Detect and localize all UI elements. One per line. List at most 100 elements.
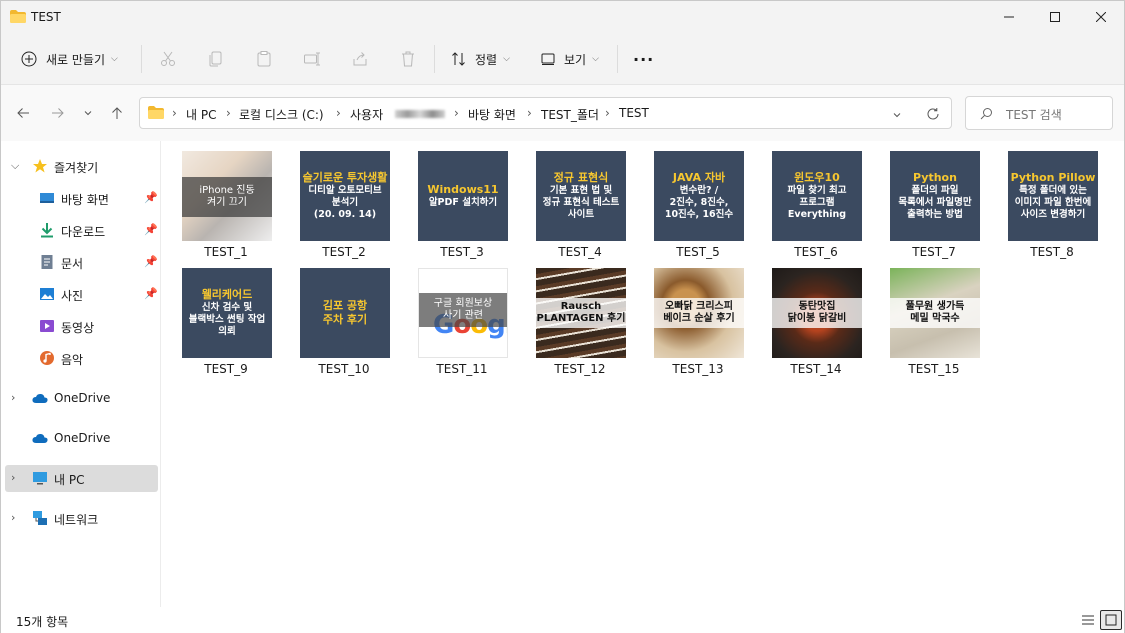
sort-button[interactable]: 정렬 ⌵: [451, 43, 510, 75]
view-icon: [541, 53, 555, 65]
paste-button[interactable]: [255, 43, 273, 75]
sidebar-item-music[interactable]: 음악: [5, 345, 158, 372]
copy-button[interactable]: [207, 43, 225, 75]
desktop-icon: [40, 193, 54, 203]
back-button[interactable]: [13, 103, 33, 123]
breadcrumb-test-folder[interactable]: TEST_폴더: [541, 106, 599, 123]
share-button[interactable]: [351, 43, 369, 75]
sidebar-item-pictures[interactable]: 사진 📌: [5, 281, 158, 308]
breadcrumb-this-pc[interactable]: 내 PC: [186, 106, 216, 123]
sidebar-item-this-pc[interactable]: › 내 PC: [5, 465, 158, 492]
file-item[interactable]: 김포 공항 주차 후기 TEST_10: [290, 258, 398, 376]
refresh-icon[interactable]: [926, 107, 940, 121]
file-item[interactable]: Python 폴더의 파일 목록에서 파일명만 출력하는 방법 TEST_7: [880, 141, 988, 259]
cut-button[interactable]: [159, 43, 177, 75]
file-item[interactable]: JAVA 자바 변수란? /2진수, 8진수, 10진수, 16진수 TEST_5: [644, 141, 752, 259]
breadcrumb-desktop[interactable]: 바탕 화면: [468, 106, 516, 123]
sidebar-item-videos[interactable]: 동영상: [5, 313, 158, 340]
chevron-right-icon[interactable]: ›: [11, 511, 15, 524]
breadcrumb-users[interactable]: 사용자: [350, 106, 383, 123]
file-thumbnail: iPhone 진동 켜기 끄기: [182, 151, 272, 241]
toolbar-divider: [434, 45, 435, 73]
large-icons-view-button[interactable]: [1100, 610, 1122, 630]
close-button[interactable]: [1078, 1, 1124, 33]
sidebar-item-downloads[interactable]: 다운로드 📌: [5, 217, 158, 244]
file-name: TEST_6: [794, 245, 838, 259]
thumbnail-caption: Rausch PLANTAGEN 후기: [536, 298, 626, 328]
file-item[interactable]: 윈도우10 파일 찾기 최고 프로그램 Everything TEST_6: [762, 141, 870, 259]
sidebar-item-desktop[interactable]: 바탕 화면 📌: [5, 185, 158, 212]
forward-button[interactable]: [48, 103, 68, 123]
sidebar-item-network[interactable]: › 네트워크: [5, 505, 158, 532]
file-thumbnail: Rausch PLANTAGEN 후기: [536, 268, 626, 358]
chevron-right-icon[interactable]: ›: [11, 471, 15, 484]
file-thumbnail: Python Pillow 특정 폴더에 있는 이미지 파일 한번에 사이즈 변경하…: [1008, 151, 1098, 241]
details-view-button[interactable]: [1077, 610, 1099, 630]
pin-icon: 📌: [144, 255, 158, 268]
file-item[interactable]: 풀무원 생가득 메밀 막국수 TEST_15: [880, 258, 988, 376]
file-item[interactable]: 웰리케어드 신차 검수 및 블랙박스 썬팅 작업 의뢰 TEST_9: [172, 258, 280, 376]
sidebar-item-quick-access[interactable]: ⌵ 즐겨찾기: [5, 153, 158, 180]
pin-icon: 📌: [144, 191, 158, 204]
chevron-down-icon[interactable]: [892, 110, 902, 120]
video-icon: [40, 320, 54, 332]
up-button[interactable]: [107, 103, 127, 123]
file-thumbnail: 웰리케어드 신차 검수 및 블랙박스 썬팅 작업 의뢰: [182, 268, 272, 358]
arrow-left-icon: [17, 108, 29, 118]
file-item[interactable]: 오빠닭 크리스피 베이크 순살 후기 TEST_13: [644, 258, 752, 376]
delete-button[interactable]: [399, 43, 417, 75]
details-view-icon: [1082, 615, 1094, 625]
file-item[interactable]: 동탄맛집 닭이봉 닭갈비 TEST_14: [762, 258, 870, 376]
sort-icon: [452, 52, 465, 66]
navigation-pane: ⌵ 즐겨찾기 바탕 화면 📌 다운로드 📌 문서 📌 사진 📌 동영상 음악 ›…: [1, 141, 161, 607]
music-icon: [40, 351, 54, 365]
file-thumbnail: 정규 표현식 기본 표현 법 및 정규 표현식 테스트 사이트: [536, 151, 626, 241]
chevron-right-icon[interactable]: ›: [11, 391, 15, 404]
more-options-button[interactable]: ···: [633, 43, 654, 75]
minimize-button[interactable]: [986, 1, 1032, 33]
file-name: TEST_14: [790, 362, 842, 376]
view-button[interactable]: 보기 ⌵: [541, 43, 599, 75]
item-count: 15개 항목: [16, 615, 69, 629]
blurred-username: [395, 110, 445, 118]
file-item[interactable]: iPhone 진동 켜기 끄기 TEST_1: [172, 141, 280, 259]
new-label: 새로 만들기: [46, 52, 106, 67]
maximize-button[interactable]: [1032, 1, 1078, 33]
minimize-icon: [1004, 16, 1014, 18]
sidebar-label: OneDrive: [54, 431, 111, 445]
chevron-down-icon[interactable]: ⌵: [11, 159, 19, 173]
search-box[interactable]: TEST 검색: [965, 96, 1113, 130]
thumbnail-caption: 구글 회원보상 사기 관련: [419, 293, 507, 327]
sidebar-item-documents[interactable]: 문서 📌: [5, 249, 158, 276]
sidebar-label: 문서: [61, 257, 84, 271]
sidebar-item-onedrive-2[interactable]: OneDrive: [5, 425, 158, 452]
rename-icon: [304, 52, 320, 66]
search-placeholder: TEST 검색: [1006, 108, 1062, 122]
sidebar-label: OneDrive: [54, 391, 111, 405]
thumbnail-caption: 오빠닭 크리스피 베이크 순살 후기: [654, 298, 744, 328]
recent-locations-button[interactable]: [78, 103, 98, 123]
sidebar-label: 음악: [61, 353, 84, 367]
rename-button[interactable]: [303, 43, 321, 75]
star-icon: [33, 159, 47, 173]
address-bar[interactable]: › 내 PC › 로컬 디스크 (C:) › 사용자 › 바탕 화면 › TES…: [139, 97, 952, 129]
search-icon: [980, 108, 992, 120]
file-name: TEST_5: [676, 245, 720, 259]
large-icons-view-icon: [1105, 614, 1117, 626]
file-item[interactable]: 정규 표현식 기본 표현 법 및 정규 표현식 테스트 사이트 TEST_4: [526, 141, 634, 259]
title-bar: TEST: [1, 1, 1124, 33]
thumbnail-caption: iPhone 진동 켜기 끄기: [182, 177, 272, 217]
arrow-right-icon: [52, 108, 64, 118]
breadcrumb-test[interactable]: TEST: [619, 106, 649, 120]
file-name: TEST_11: [436, 362, 488, 376]
view-label: 보기: [564, 52, 587, 67]
file-item[interactable]: Windows11 알PDF 설치하기 TEST_3: [408, 141, 516, 259]
sidebar-item-onedrive-1[interactable]: › OneDrive: [5, 385, 158, 412]
sidebar-label: 동영상: [61, 321, 95, 335]
file-item[interactable]: Google 구글 회원보상사기 관련 TEST_11: [408, 258, 516, 376]
file-item[interactable]: Rausch PLANTAGEN 후기 TEST_12: [526, 258, 634, 376]
file-item[interactable]: Python Pillow 특정 폴더에 있는 이미지 파일 한번에 사이즈 변경하…: [998, 141, 1106, 259]
breadcrumb-local-disk[interactable]: 로컬 디스크 (C:): [239, 106, 324, 123]
new-button[interactable]: 새로 만들기 ⌵: [21, 43, 118, 75]
file-item[interactable]: 슬기로운 투자생활 디티알 오토모티브 분석기 (20. 09. 14) TEST_…: [290, 141, 398, 259]
